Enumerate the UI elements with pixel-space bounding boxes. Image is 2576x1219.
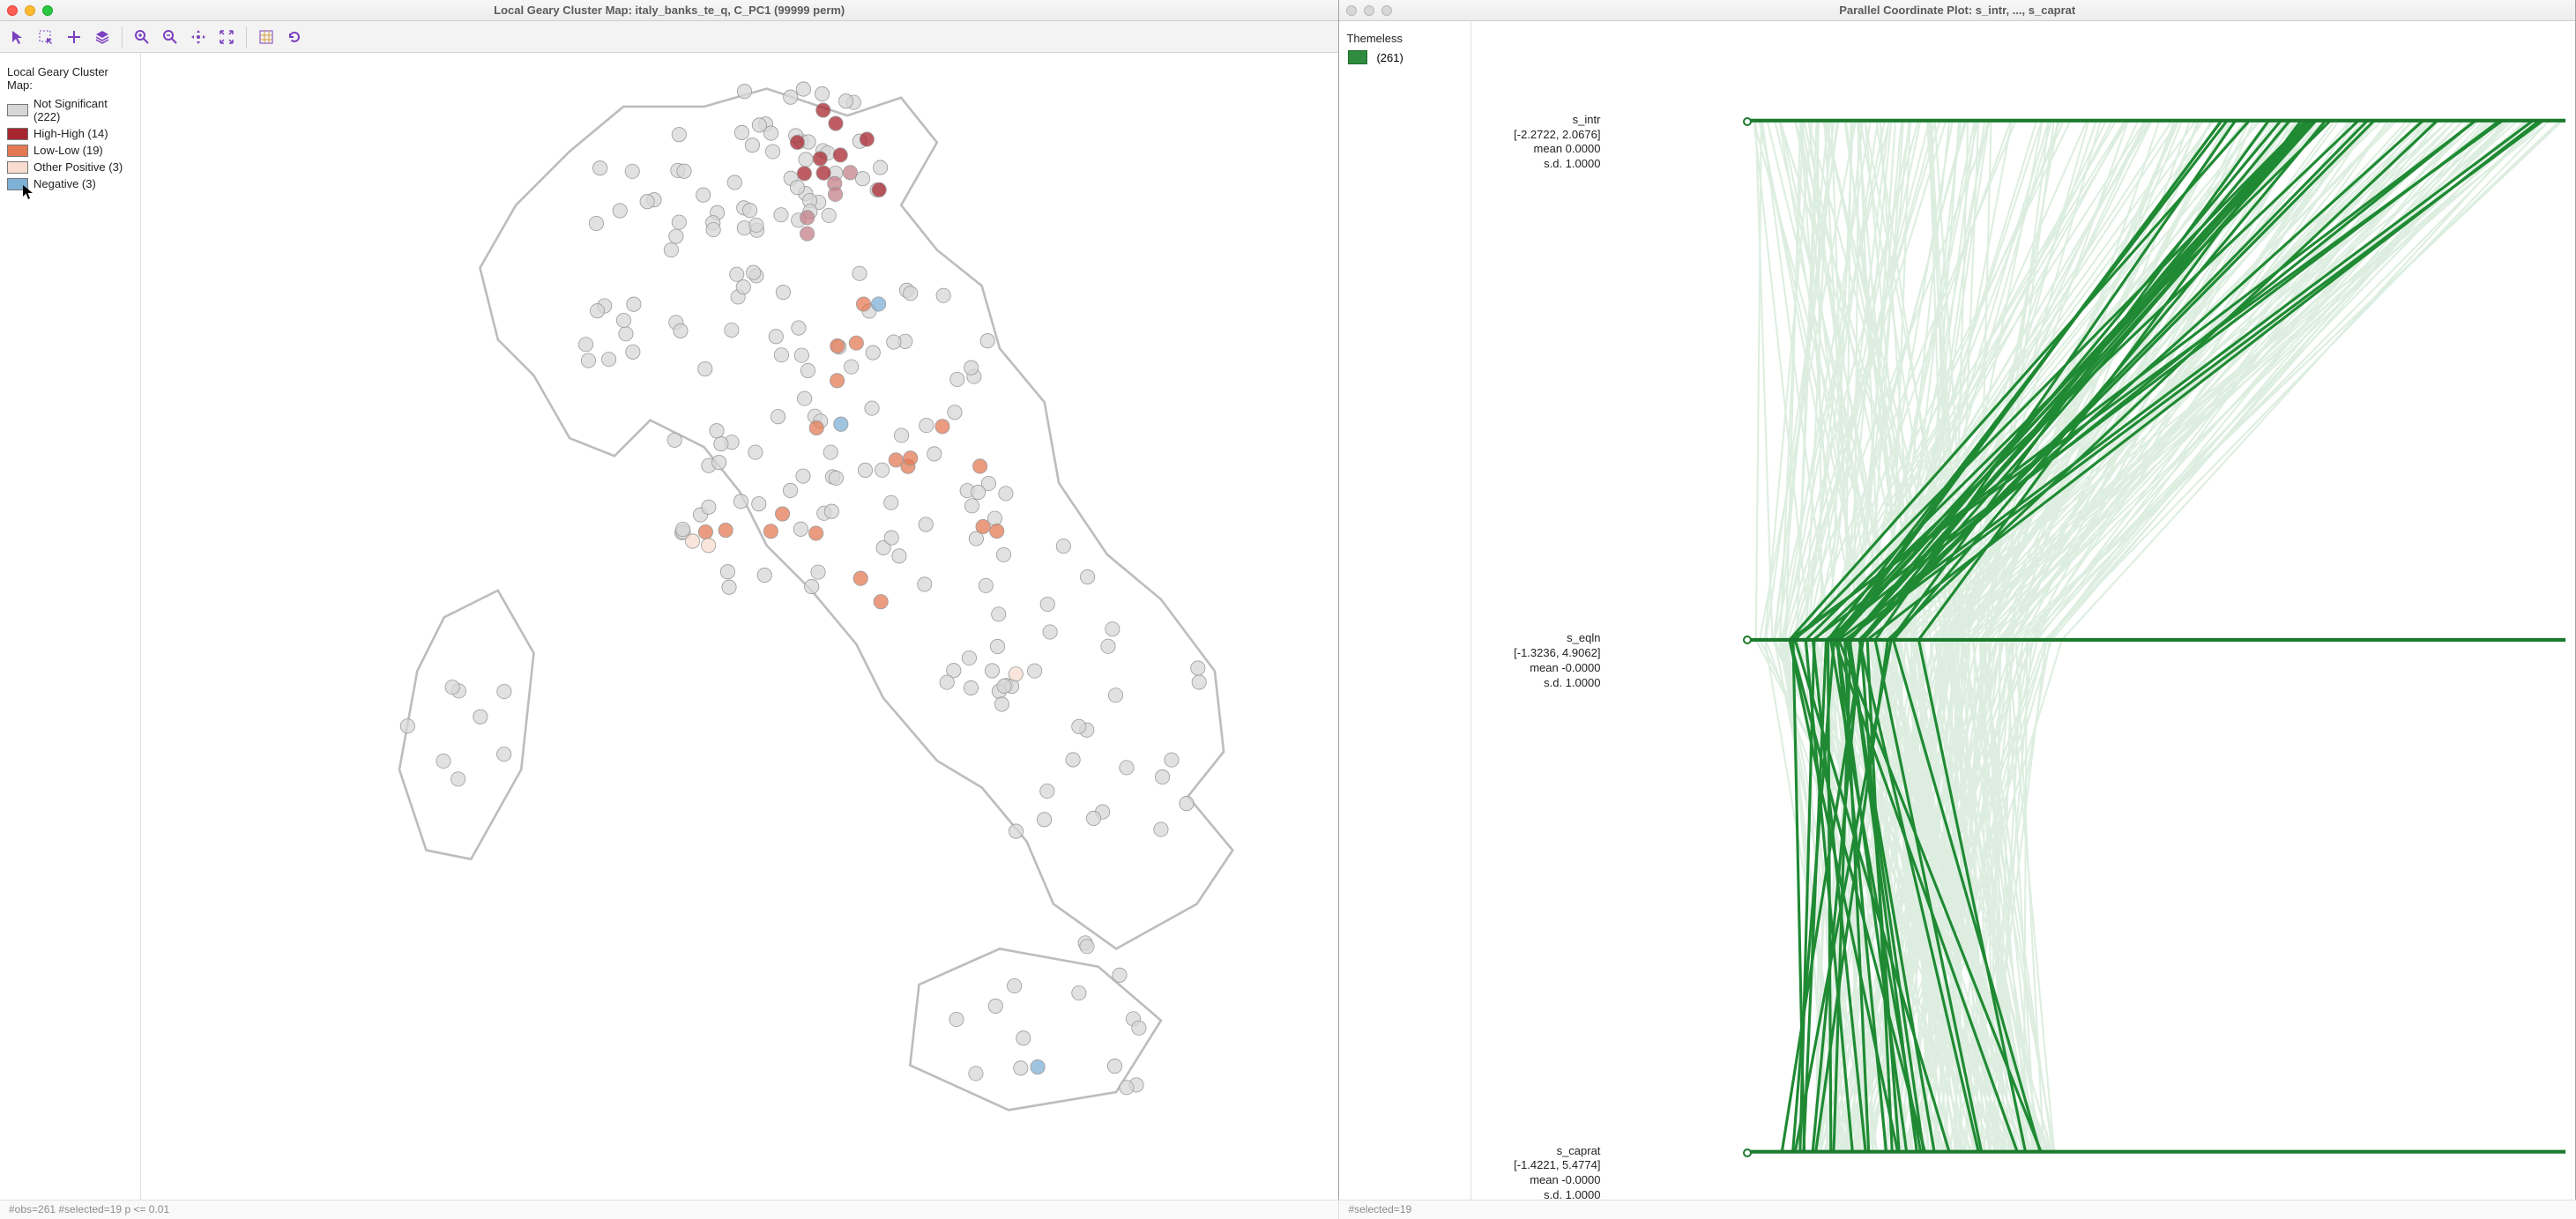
theme-swatch-icon bbox=[1348, 50, 1367, 64]
map-canvas[interactable] bbox=[141, 53, 1338, 1200]
swatch-icon bbox=[7, 104, 28, 116]
axis-range: [-1.4221, 5.4774] bbox=[1477, 1158, 1600, 1173]
map-legend: Local Geary Cluster Map: Not Significant… bbox=[0, 53, 141, 1200]
toolbar-divider bbox=[122, 26, 123, 48]
axis-name: s_intr bbox=[1477, 113, 1600, 128]
window-controls bbox=[7, 5, 53, 16]
italy-outline bbox=[399, 89, 1232, 1111]
legend-label: High-High (14) bbox=[34, 127, 108, 140]
legend-item-other-positive[interactable]: Other Positive (3) bbox=[5, 159, 135, 175]
layers-icon[interactable] bbox=[90, 25, 115, 49]
axis-handle-s-intr[interactable] bbox=[1743, 117, 1752, 126]
toolbar-divider bbox=[246, 26, 247, 48]
cluster-map-window: Local Geary Cluster Map: italy_banks_te_… bbox=[0, 0, 1339, 1200]
swatch-icon bbox=[7, 128, 28, 140]
minimize-icon[interactable] bbox=[1364, 5, 1374, 16]
map-toolbar bbox=[0, 21, 1338, 53]
theme-title: Themeless bbox=[1346, 32, 1463, 45]
axis-handle-s-caprat[interactable] bbox=[1743, 1148, 1752, 1157]
legend-item-low-low[interactable]: Low-Low (19) bbox=[5, 142, 135, 159]
window-controls-inactive bbox=[1346, 5, 1392, 16]
status-left: #obs=261 #selected=19 p <= 0.01 bbox=[0, 1200, 1339, 1219]
zoom-icon[interactable] bbox=[1381, 5, 1392, 16]
theme-legend-row[interactable]: (261) bbox=[1348, 50, 1463, 64]
axis-name: s_caprat bbox=[1477, 1144, 1600, 1159]
status-right: #selected=19 bbox=[1339, 1200, 1420, 1219]
axis-mean: mean -0.0000 bbox=[1477, 1173, 1600, 1188]
axis-range: [-1.3236, 4.9062] bbox=[1477, 646, 1600, 661]
fit-move-icon[interactable] bbox=[186, 25, 211, 49]
theme-count: (261) bbox=[1376, 51, 1403, 64]
axis-sd: s.d. 1.0000 bbox=[1477, 1188, 1600, 1200]
close-icon[interactable] bbox=[1346, 5, 1357, 16]
legend-item-high-high[interactable]: High-High (14) bbox=[5, 125, 135, 142]
axis-sd: s.d. 1.0000 bbox=[1477, 676, 1600, 691]
basemap-icon[interactable] bbox=[254, 25, 279, 49]
axis-handle-s-eqln[interactable] bbox=[1743, 636, 1752, 644]
legend-item-negative[interactable]: Negative (3) bbox=[5, 175, 135, 192]
axis-sd: s.d. 1.0000 bbox=[1477, 157, 1600, 172]
swatch-icon bbox=[7, 161, 28, 174]
swatch-icon bbox=[7, 178, 28, 190]
zoom-in-icon[interactable] bbox=[130, 25, 154, 49]
pcp-canvas[interactable]: s_intr [-2.2722, 2.0676] mean 0.0000 s.d… bbox=[1471, 21, 2575, 1200]
minimize-icon[interactable] bbox=[25, 5, 35, 16]
legend-item-not-significant[interactable]: Not Significant (222) bbox=[5, 95, 135, 125]
axis-mean: mean -0.0000 bbox=[1477, 661, 1600, 676]
window-title: Local Geary Cluster Map: italy_banks_te_… bbox=[0, 4, 1338, 17]
legend-title: Local Geary Cluster Map: bbox=[7, 65, 135, 92]
refresh-icon[interactable] bbox=[282, 25, 307, 49]
pcp-theme-pane: Themeless (261) bbox=[1339, 21, 1471, 1200]
swatch-icon bbox=[7, 145, 28, 157]
status-bar: #obs=261 #selected=19 p <= 0.01 #selecte… bbox=[0, 1200, 2576, 1219]
titlebar-left[interactable]: Local Geary Cluster Map: italy_banks_te_… bbox=[0, 0, 1338, 21]
legend-label: Low-Low (19) bbox=[34, 144, 103, 157]
select-box-icon[interactable] bbox=[34, 25, 58, 49]
legend-label: Not Significant (222) bbox=[34, 97, 135, 123]
legend-label: Negative (3) bbox=[34, 177, 96, 190]
axis-name: s_eqln bbox=[1477, 631, 1600, 646]
titlebar-right[interactable]: Parallel Coordinate Plot: s_intr, ..., s… bbox=[1339, 0, 2575, 21]
axis-range: [-2.2722, 2.0676] bbox=[1477, 128, 1600, 143]
axis-mean: mean 0.0000 bbox=[1477, 142, 1600, 157]
map-points bbox=[400, 82, 1206, 1095]
pan-plus-icon[interactable] bbox=[62, 25, 86, 49]
pcp-window: Parallel Coordinate Plot: s_intr, ..., s… bbox=[1339, 0, 2576, 1200]
select-arrow-icon[interactable] bbox=[5, 25, 30, 49]
close-icon[interactable] bbox=[7, 5, 18, 16]
window-title: Parallel Coordinate Plot: s_intr, ..., s… bbox=[1339, 4, 2575, 17]
fit-extent-icon[interactable] bbox=[214, 25, 239, 49]
legend-label: Other Positive (3) bbox=[34, 160, 123, 174]
zoom-icon[interactable] bbox=[42, 5, 53, 16]
zoom-out-icon[interactable] bbox=[158, 25, 182, 49]
